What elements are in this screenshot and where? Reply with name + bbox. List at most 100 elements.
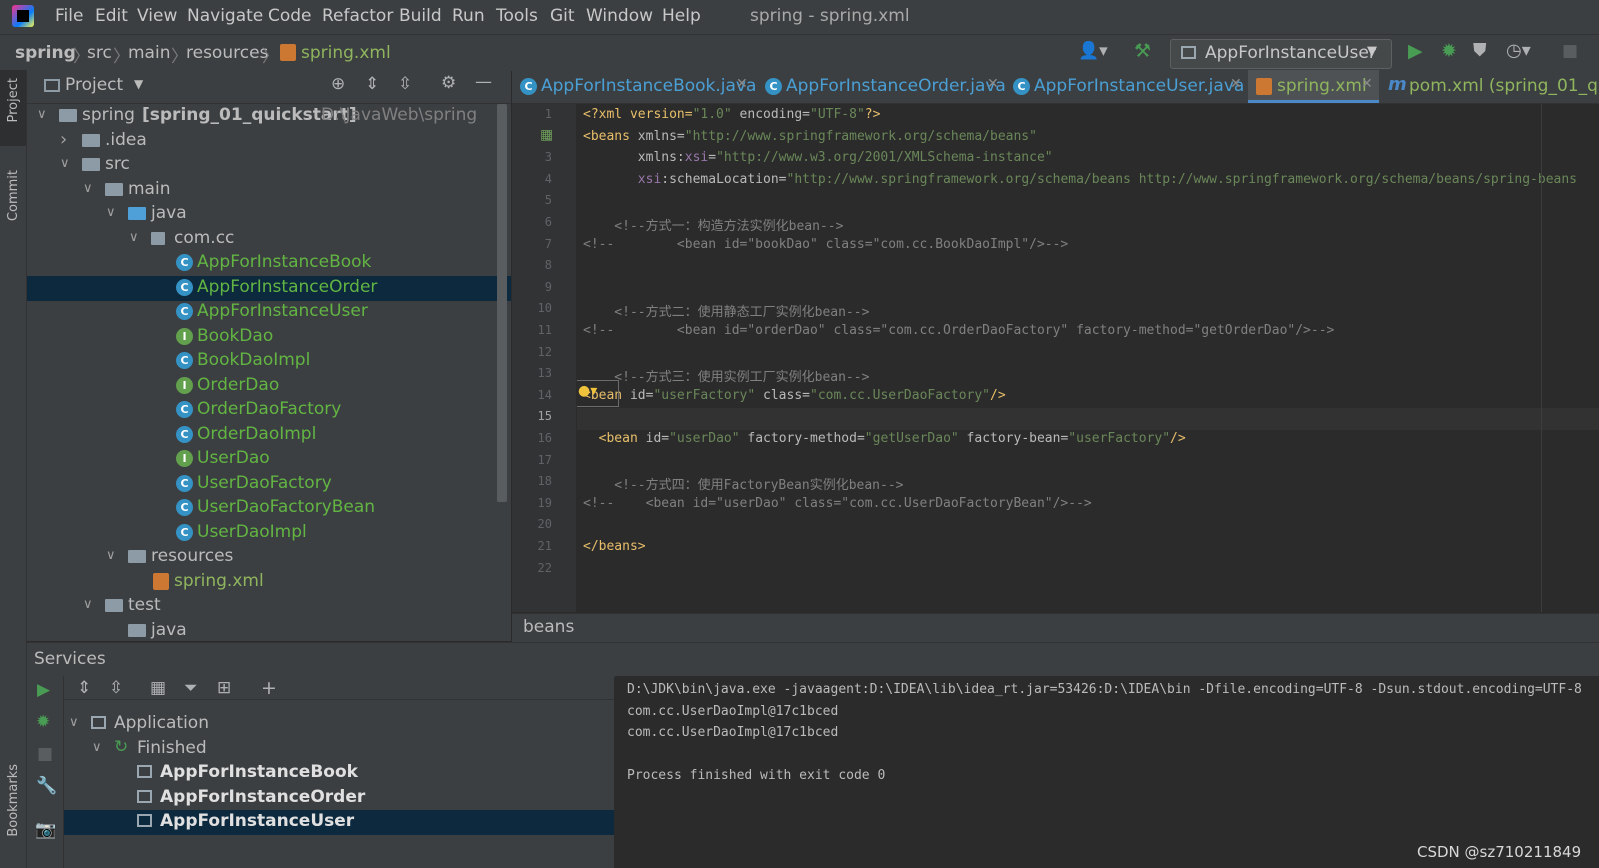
tree-row[interactable]: ∨ main — [27, 178, 511, 203]
tree-row[interactable]: C OrderDaoImpl — [27, 423, 511, 448]
locate-file-icon[interactable]: ⊕ — [331, 74, 345, 94]
project-tool-button[interactable]: Project — [6, 78, 21, 122]
services-tree-row[interactable]: ∨ Application — [63, 712, 614, 737]
chevron-down-icon[interactable]: ∨ — [106, 205, 116, 220]
close-icon[interactable]: ✕ — [987, 76, 999, 92]
menu-help[interactable]: Help — [662, 6, 701, 26]
breadcrumb-file[interactable]: spring.xml — [301, 43, 391, 63]
tree-row[interactable]: C AppForInstanceBook — [27, 251, 511, 276]
collapse-all-icon[interactable]: ⇳ — [109, 678, 123, 698]
expand-all-icon[interactable]: ⇕ — [77, 678, 91, 698]
class-run-icon: C — [1013, 78, 1030, 95]
commit-tool-button[interactable]: Commit — [6, 170, 21, 221]
stop-icon[interactable]: ■ — [1562, 41, 1578, 61]
coverage-icon[interactable]: ⛊ — [1473, 40, 1487, 61]
chevron-down-icon[interactable]: ∨ — [92, 740, 102, 755]
menu-navigate[interactable]: Navigate — [187, 6, 263, 26]
debug-bug-icon[interactable]: ✹ — [1441, 40, 1457, 62]
new-tab-icon[interactable]: ⊞ — [217, 678, 231, 698]
menu-code[interactable]: Code — [268, 6, 312, 26]
tree-scrollbar[interactable] — [497, 104, 507, 502]
editor-tab[interactable]: spring.xml ✕ — [1248, 70, 1379, 103]
window-title: spring - spring.xml — [750, 6, 910, 26]
editor-tab[interactable]: C AppForInstanceUser.java ✕ — [1005, 70, 1248, 103]
code-editor[interactable]: <?xml version="1.0" encoding="UTF-8"?> <b… — [577, 104, 1599, 612]
tree-row[interactable]: java — [27, 619, 511, 642]
run-console[interactable]: D:\JDK\bin\java.exe -javaagent:D:\IDEA\l… — [615, 676, 1599, 868]
hide-panel-icon[interactable]: — — [475, 72, 492, 92]
tree-row[interactable]: I UserDao — [27, 447, 511, 472]
menu-window[interactable]: Window — [586, 6, 653, 26]
close-icon[interactable]: ✕ — [1361, 76, 1373, 92]
menu-file[interactable]: File — [55, 6, 83, 26]
breadcrumb-src[interactable]: src — [87, 43, 112, 63]
menu-run[interactable]: Run — [452, 6, 485, 26]
chevron-down-icon[interactable]: ∨ — [60, 156, 70, 171]
intention-bulb-icon[interactable]: ●▾ — [577, 380, 619, 407]
tree-row[interactable]: I OrderDao — [27, 374, 511, 399]
menu-refactor[interactable]: Refactor — [322, 6, 393, 26]
breadcrumb-project[interactable]: spring — [15, 43, 76, 63]
chevron-down-icon[interactable]: ∨ — [83, 181, 93, 196]
build-hammer-icon[interactable]: ⚒ — [1134, 40, 1151, 62]
user-icon[interactable]: 👤▾ — [1078, 41, 1108, 61]
tree-row[interactable]: spring.xml — [27, 570, 511, 595]
project-panel-title[interactable]: Project — [65, 75, 123, 95]
tree-row[interactable]: ∨ java — [27, 202, 511, 227]
menu-edit[interactable]: Edit — [95, 6, 128, 26]
tree-row[interactable]: C AppForInstanceOrder — [27, 275, 511, 301]
spring-bean-gutter-icon[interactable]: ▦ — [540, 127, 553, 143]
menu-git[interactable]: Git — [550, 6, 575, 26]
gear-icon[interactable]: ⚙ — [441, 73, 456, 93]
close-icon[interactable]: ✕ — [736, 76, 748, 92]
tree-row[interactable]: ∨ test — [27, 594, 511, 619]
tree-row[interactable]: ∨ spring [spring_01_quickstart] D:\JavaWeb\… — [27, 104, 511, 129]
stop-icon[interactable]: ■ — [37, 744, 53, 764]
editor-breadcrumb[interactable]: beans — [523, 617, 574, 637]
debug-bug-icon[interactable]: ✹ — [36, 712, 50, 732]
tree-row[interactable]: C UserDaoFactoryBean — [27, 496, 511, 521]
group-by-icon[interactable]: ▦ — [150, 678, 166, 698]
expand-all-icon[interactable]: ⇕ — [365, 74, 379, 94]
tree-row[interactable]: C UserDaoFactory — [27, 472, 511, 497]
chevron-down-icon[interactable]: ∨ — [129, 230, 139, 245]
filter-icon[interactable]: ⏷ — [184, 678, 198, 698]
services-tree-row[interactable]: ∨ ↻ Finished — [63, 737, 614, 762]
tree-row[interactable]: ∨ com.cc — [27, 227, 511, 252]
services-tree-row[interactable]: AppForInstanceBook — [63, 761, 614, 786]
collapse-all-icon[interactable]: ⇳ — [398, 74, 412, 94]
chevron-right-icon[interactable]: › — [60, 129, 67, 150]
breadcrumb-main[interactable]: main — [128, 43, 170, 63]
menu-view[interactable]: View — [137, 6, 177, 26]
chevron-down-icon[interactable]: ∨ — [106, 548, 116, 563]
tree-row[interactable]: ∨ src — [27, 153, 511, 178]
bookmarks-tool-button[interactable]: Bookmarks — [6, 764, 21, 837]
tree-row[interactable]: C UserDaoImpl — [27, 521, 511, 546]
camera-icon[interactable]: 📷 — [35, 820, 56, 840]
profile-icon[interactable]: ◷▾ — [1506, 40, 1531, 61]
chevron-down-icon[interactable]: ▼ — [134, 77, 143, 91]
run-configuration-select[interactable]: AppForInstanceUser ▼ — [1170, 39, 1392, 69]
tree-row[interactable]: › .idea — [27, 129, 511, 154]
services-tree-row[interactable]: AppForInstanceOrder — [63, 786, 614, 811]
editor-tab[interactable]: C AppForInstanceOrder.java ✕ — [757, 70, 1006, 103]
tree-row[interactable]: ∨ resources — [27, 545, 511, 570]
run-icon[interactable]: ▶ — [1408, 40, 1423, 62]
breadcrumb-resources[interactable]: resources — [186, 43, 268, 63]
tree-row[interactable]: C BookDaoImpl — [27, 349, 511, 374]
editor-tab[interactable]: m pom.xml (spring_01_qu — [1380, 70, 1599, 103]
wrench-icon[interactable]: 🔧 — [36, 776, 57, 796]
close-icon[interactable]: ✕ — [1230, 76, 1242, 92]
editor-tab[interactable]: C AppForInstanceBook.java ✕ — [512, 70, 756, 103]
menu-build[interactable]: Build — [399, 6, 442, 26]
chevron-down-icon[interactable]: ∨ — [37, 107, 47, 122]
chevron-down-icon[interactable]: ∨ — [83, 597, 93, 612]
tree-row[interactable]: I BookDao — [27, 325, 511, 350]
services-tree-row[interactable]: AppForInstanceUser — [63, 810, 614, 835]
chevron-down-icon[interactable]: ∨ — [69, 715, 79, 730]
tree-row[interactable]: C AppForInstanceUser — [27, 300, 511, 325]
add-service-icon[interactable]: + — [261, 677, 277, 699]
menu-tools[interactable]: Tools — [496, 6, 538, 26]
run-icon[interactable]: ▶ — [37, 680, 50, 700]
tree-row[interactable]: C OrderDaoFactory — [27, 398, 511, 423]
